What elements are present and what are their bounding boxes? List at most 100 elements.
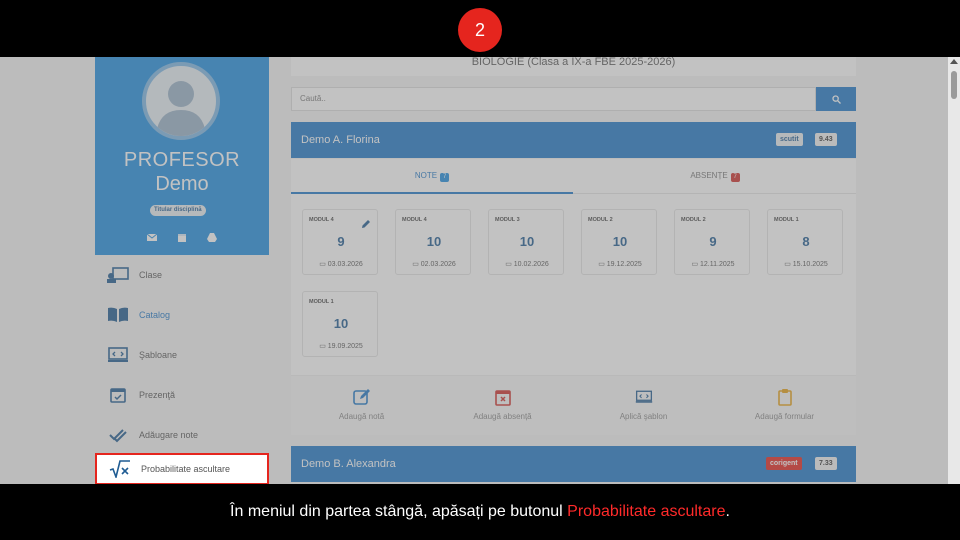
average-badge: 9.43 — [815, 133, 837, 146]
template-icon — [107, 346, 129, 364]
grade-module: MODUL 3 — [495, 217, 520, 223]
grade-date-text: 19.09.2025 — [327, 343, 363, 350]
grade-date: ▭ 12.11.2025 — [675, 260, 751, 268]
grade-card[interactable]: MODUL 4 9 ▭ 03.03.2026 — [302, 209, 378, 275]
clipboard-icon — [777, 389, 792, 406]
menu-item-sabloane[interactable]: Şabloane — [95, 335, 269, 375]
grade-date: ▭ 02.03.2026 — [396, 260, 472, 268]
search-icon — [831, 94, 841, 104]
grade-value: 10 — [426, 234, 442, 249]
student-header[interactable]: Demo B. Alexandra corigent 7.33 — [291, 446, 856, 482]
student-header[interactable]: Demo A. Florina scutit 9.43 — [291, 122, 856, 158]
grade-module: MODUL 4 — [309, 217, 334, 223]
scroll-up-icon[interactable] — [950, 59, 958, 64]
menu-item-prezenta[interactable]: Prezenţă — [95, 375, 269, 415]
tab-label: NOTE — [414, 171, 438, 180]
grade-card[interactable]: MODUL 1 10 ▭ 19.09.2025 — [302, 291, 378, 357]
avatar — [142, 62, 220, 140]
template-icon — [635, 390, 652, 403]
menu-label: Clase — [139, 270, 163, 280]
grade-card[interactable]: MODUL 2 9 ▭ 12.11.2025 — [674, 209, 750, 275]
calendar-icon: ▭ — [505, 261, 514, 268]
menu-item-adaugare-note[interactable]: Adăugare note — [95, 415, 269, 455]
profile-badge: Titular disciplină — [150, 205, 206, 216]
grade-date-text: 10.02.2026 — [513, 261, 549, 268]
calendar-icon: ▭ — [319, 343, 328, 350]
status-badge: scutit — [776, 133, 803, 146]
tab-label: ABSENȚE — [690, 171, 728, 180]
grade-value: 10 — [519, 234, 535, 249]
grade-date: ▭ 03.03.2026 — [303, 260, 379, 268]
grade-date: ▭ 15.10.2025 — [768, 260, 844, 268]
drive-icon[interactable] — [207, 229, 217, 242]
calendar-icon: ▭ — [412, 261, 421, 268]
grade-date: ▭ 19.12.2025 — [582, 260, 658, 268]
grade-module: MODUL 2 — [588, 217, 613, 223]
double-check-icon — [107, 426, 129, 444]
scrollbar[interactable] — [948, 57, 960, 484]
grade-card[interactable]: MODUL 2 10 ▭ 19.12.2025 — [581, 209, 657, 275]
calendar-icon: ▭ — [691, 261, 701, 268]
menu-label: Şabloane — [139, 350, 178, 360]
grade-date-text: 15.10.2025 — [792, 261, 828, 268]
subject-title: BIOLOGIE (Clasa a IX-a FBE 2025-2026) — [291, 57, 856, 76]
grade-value: 9 — [337, 234, 345, 249]
caption-highlight: Probabilitate ascultare — [567, 503, 726, 520]
book-icon — [107, 306, 129, 324]
calendar-x-icon — [494, 390, 511, 406]
student-card: NOTE 7 ABSENȚE 7 MODUL 4 9 ▭ 03.03.2026 MO… — [291, 159, 856, 435]
add-grade-button[interactable]: Adaugă notă — [291, 376, 432, 436]
add-absence-button[interactable]: Adaugă absență — [432, 376, 573, 436]
envelope-icon[interactable] — [146, 229, 158, 241]
menu-label: Probabilitate ascultare — [141, 464, 231, 474]
pencil-icon[interactable] — [361, 216, 371, 234]
grade-date-text: 19.12.2025 — [606, 261, 642, 268]
add-form-button[interactable]: Adaugă formular — [714, 376, 855, 436]
profile-icons — [146, 229, 217, 242]
calendar-check-icon — [107, 386, 129, 404]
grade-value: 10 — [333, 316, 349, 331]
apply-template-button[interactable]: Aplică şablon — [573, 376, 714, 436]
grade-module: MODUL 1 — [309, 299, 334, 305]
action-label: Adaugă absență — [473, 412, 532, 421]
average-badge: 7.33 — [815, 457, 837, 470]
tab-absente[interactable]: ABSENȚE 7 — [574, 159, 856, 194]
step-number-badge: 2 — [458, 8, 502, 52]
profile-card: PROFESOR Demo Titular disciplină — [95, 57, 269, 255]
search-input[interactable]: Caută.. — [291, 87, 816, 111]
student-name: Demo B. Alexandra — [301, 458, 396, 470]
calendar-icon: ▭ — [598, 261, 607, 268]
grade-date-text: 03.03.2026 — [327, 261, 363, 268]
menu-item-clase[interactable]: Clase — [95, 255, 269, 295]
grade-card[interactable]: MODUL 1 8 ▭ 15.10.2025 — [767, 209, 843, 275]
menu-item-probabilitate-ascultare[interactable]: Probabilitate ascultare — [95, 453, 269, 484]
student-actions: Adaugă notă Adaugă absență Aplică şablon… — [291, 375, 856, 435]
app-screen: PROFESOR Demo Titular disciplină Clase C… — [0, 57, 960, 484]
tab-count: 7 — [730, 173, 740, 182]
grade-module: MODUL 2 — [681, 217, 706, 223]
grade-value: 9 — [709, 234, 717, 249]
square-root-icon — [109, 460, 131, 478]
grade-date-text: 12.11.2025 — [700, 261, 735, 268]
calendar-icon[interactable] — [177, 229, 187, 242]
grade-date-text: 02.03.2026 — [420, 261, 456, 268]
caption-text: În meniul din partea stângă, apăsați pe … — [230, 503, 568, 520]
grade-card[interactable]: MODUL 4 10 ▭ 02.03.2026 — [395, 209, 471, 275]
search-button[interactable] — [816, 87, 856, 111]
grade-module: MODUL 4 — [402, 217, 427, 223]
tab-count: 7 — [440, 173, 450, 182]
grade-value: 8 — [802, 234, 810, 249]
tutorial-caption: În meniul din partea stângă, apăsați pe … — [0, 484, 960, 540]
grade-card[interactable]: MODUL 3 10 ▭ 10.02.2026 — [488, 209, 564, 275]
student-name: Demo A. Florina — [301, 134, 380, 146]
menu-label: Catalog — [139, 310, 171, 320]
grade-value: 10 — [612, 234, 628, 249]
profile-name: Demo — [155, 173, 209, 195]
tab-note[interactable]: NOTE 7 — [291, 159, 573, 194]
action-label: Adaugă notă — [338, 412, 385, 421]
menu-label: Adăugare note — [139, 430, 199, 440]
menu-item-catalog[interactable]: Catalog — [95, 295, 269, 335]
grade-module: MODUL 1 — [774, 217, 799, 223]
scroll-thumb[interactable] — [951, 71, 957, 99]
calendar-icon: ▭ — [784, 261, 793, 268]
